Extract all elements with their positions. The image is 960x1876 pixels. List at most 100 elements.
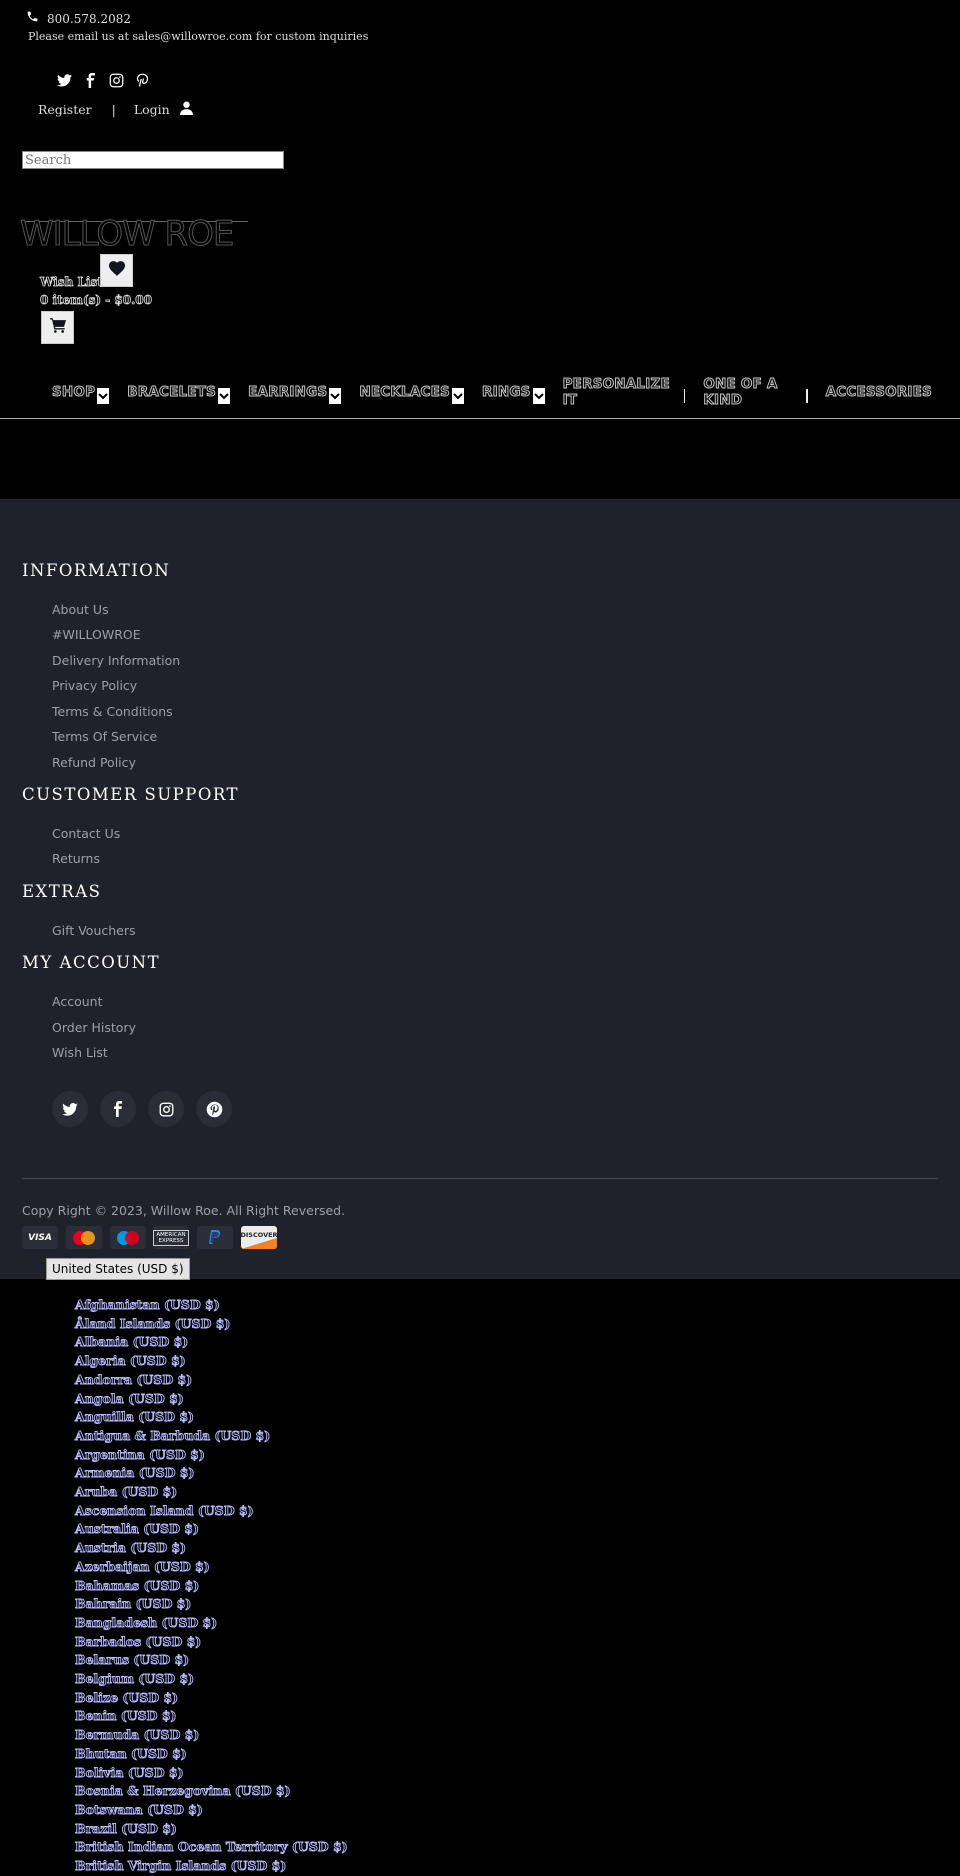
currency-option[interactable]: Ascension Island (USD $) (75, 1502, 348, 1521)
nav-divider (806, 389, 808, 403)
footer-link[interactable]: Terms & Conditions (52, 704, 173, 719)
currency-option[interactable]: Austria (USD $) (75, 1539, 348, 1558)
currency-option[interactable]: Australia (USD $) (75, 1520, 348, 1539)
nav-divider (683, 389, 686, 403)
currency-option[interactable]: Belgium (USD $) (75, 1670, 348, 1689)
currency-option[interactable]: Barbados (USD $) (75, 1633, 348, 1652)
cart-icon (49, 318, 66, 337)
currency-option[interactable]: Albania (USD $) (75, 1333, 348, 1352)
phone-number: 800.578.2082 (47, 11, 131, 26)
footer-link[interactable]: Terms Of Service (52, 729, 157, 744)
main-nav: SHOP BRACELETS EARRINGS NECKLACES RINGS … (52, 376, 933, 409)
currency-options-list: Afghanistan (USD $) Åland Islands (USD $… (75, 1296, 348, 1876)
chevron-down-icon[interactable] (329, 388, 342, 404)
currency-option[interactable]: Armenia (USD $) (75, 1464, 348, 1483)
login-link[interactable]: Login (134, 102, 170, 117)
footer-link[interactable]: Wish List (52, 1045, 108, 1060)
footer-heading-extras: EXTRAS (22, 882, 102, 901)
email-note: Please email us at sales@willowroe.com f… (28, 30, 369, 43)
currency-option[interactable]: Azerbaijan (USD $) (75, 1558, 348, 1577)
currency-option[interactable]: Argentina (USD $) (75, 1446, 348, 1465)
currency-selector[interactable]: United States (USD $) (46, 1258, 190, 1280)
search-input[interactable] (22, 151, 284, 169)
currency-option[interactable]: Algeria (USD $) (75, 1352, 348, 1371)
currency-option[interactable]: Bahamas (USD $) (75, 1577, 348, 1596)
chevron-down-icon[interactable] (218, 388, 231, 404)
currency-option[interactable]: Aruba (USD $) (75, 1483, 348, 1502)
chevron-down-icon[interactable] (97, 388, 110, 404)
instagram-icon[interactable] (148, 1091, 184, 1127)
phone-icon (26, 10, 39, 27)
currency-option[interactable]: Åland Islands (USD $) (75, 1315, 348, 1334)
register-link[interactable]: Register (38, 102, 92, 117)
footer (0, 499, 960, 1279)
footer-link[interactable]: Returns (52, 851, 100, 866)
nav-personalize-it[interactable]: PERSONALIZE IT (562, 376, 670, 409)
currency-option[interactable]: Belarus (USD $) (75, 1651, 348, 1670)
footer-link[interactable]: About Us (52, 602, 109, 617)
account-links: Register | Login (38, 101, 193, 118)
footer-link[interactable]: Account (52, 994, 102, 1009)
footer-heading-support: CUSTOMER SUPPORT (22, 785, 240, 804)
user-icon[interactable] (179, 101, 193, 118)
twitter-icon[interactable] (56, 72, 72, 88)
currency-option[interactable]: Afghanistan (USD $) (75, 1296, 348, 1315)
amex-icon: AMERICAN EXPRESS (153, 1226, 189, 1249)
site-logo[interactable]: WILLOW ROE (19, 214, 234, 255)
currency-option[interactable]: Bolivia (USD $) (75, 1764, 348, 1783)
currency-option[interactable]: Benin (USD $) (75, 1707, 348, 1726)
currency-option[interactable]: Antigua & Barbuda (USD $) (75, 1427, 348, 1446)
phone-contact: 800.578.2082 (26, 10, 131, 27)
currency-option[interactable]: Bangladesh (USD $) (75, 1614, 348, 1633)
facebook-icon[interactable] (82, 72, 98, 88)
copyright: Copy Right © 2023, Willow Roe. All Right… (22, 1203, 346, 1218)
currency-option[interactable]: British Indian Ocean Territory (USD $) (75, 1838, 348, 1857)
twitter-icon[interactable] (52, 1091, 88, 1127)
currency-option[interactable]: Belize (USD $) (75, 1689, 348, 1708)
wishlist-button[interactable] (100, 254, 133, 287)
currency-option[interactable]: British Virgin Islands (USD $) (75, 1857, 348, 1876)
footer-link[interactable]: Privacy Policy (52, 678, 137, 693)
facebook-icon[interactable] (100, 1091, 136, 1127)
currency-option[interactable]: Bhutan (USD $) (75, 1745, 348, 1764)
currency-option[interactable]: Andorra (USD $) (75, 1371, 348, 1390)
footer-link[interactable]: Refund Policy (52, 755, 136, 770)
nav-rings[interactable]: RINGS (482, 384, 531, 401)
visa-icon: VISA (22, 1226, 58, 1249)
currency-option[interactable]: Botswana (USD $) (75, 1801, 348, 1820)
nav-divider-line (0, 418, 960, 419)
footer-link[interactable]: #WILLOWROE (52, 627, 141, 642)
chevron-down-icon[interactable] (532, 388, 545, 404)
currency-option[interactable]: Angola (USD $) (75, 1390, 348, 1409)
footer-link[interactable]: Order History (52, 1020, 136, 1035)
currency-option[interactable]: Bosnia & Herzegovina (USD $) (75, 1782, 348, 1801)
currency-option[interactable]: Brazil (USD $) (75, 1820, 348, 1839)
discover-icon: DISCOVER (241, 1226, 277, 1249)
currency-option[interactable]: Anguilla (USD $) (75, 1408, 348, 1427)
nav-bracelets[interactable]: BRACELETS (127, 384, 217, 401)
paypal-icon (197, 1226, 233, 1249)
nav-one-of-a-kind[interactable]: ONE OF A KIND (703, 376, 792, 409)
footer-link[interactable]: Contact Us (52, 826, 120, 841)
currency-option[interactable]: Bahrain (USD $) (75, 1595, 348, 1614)
cart-summary[interactable]: 0 item(s) - $0.00 (40, 293, 153, 308)
instagram-icon[interactable] (108, 72, 124, 88)
wishlist-label[interactable]: Wish List (40, 275, 104, 290)
mastercard-icon (66, 1226, 102, 1249)
footer-divider (22, 1178, 938, 1179)
footer-link[interactable]: Gift Vouchers (52, 923, 136, 938)
cart-button[interactable] (41, 311, 74, 344)
chevron-down-icon[interactable] (451, 388, 464, 404)
pinterest-icon[interactable] (134, 72, 150, 88)
nav-necklaces[interactable]: NECKLACES (359, 384, 450, 401)
nav-shop[interactable]: SHOP (52, 384, 96, 401)
nav-accessories[interactable]: ACCESSORIES (825, 384, 932, 401)
nav-earrings[interactable]: EARRINGS (248, 384, 328, 401)
currency-option[interactable]: Bermuda (USD $) (75, 1726, 348, 1745)
footer-link[interactable]: Delivery Information (52, 653, 180, 668)
maestro-icon (110, 1226, 146, 1249)
social-links-top (56, 72, 150, 88)
footer-heading-information: INFORMATION (22, 561, 171, 580)
pinterest-icon[interactable] (196, 1091, 232, 1127)
heart-icon (108, 261, 125, 280)
